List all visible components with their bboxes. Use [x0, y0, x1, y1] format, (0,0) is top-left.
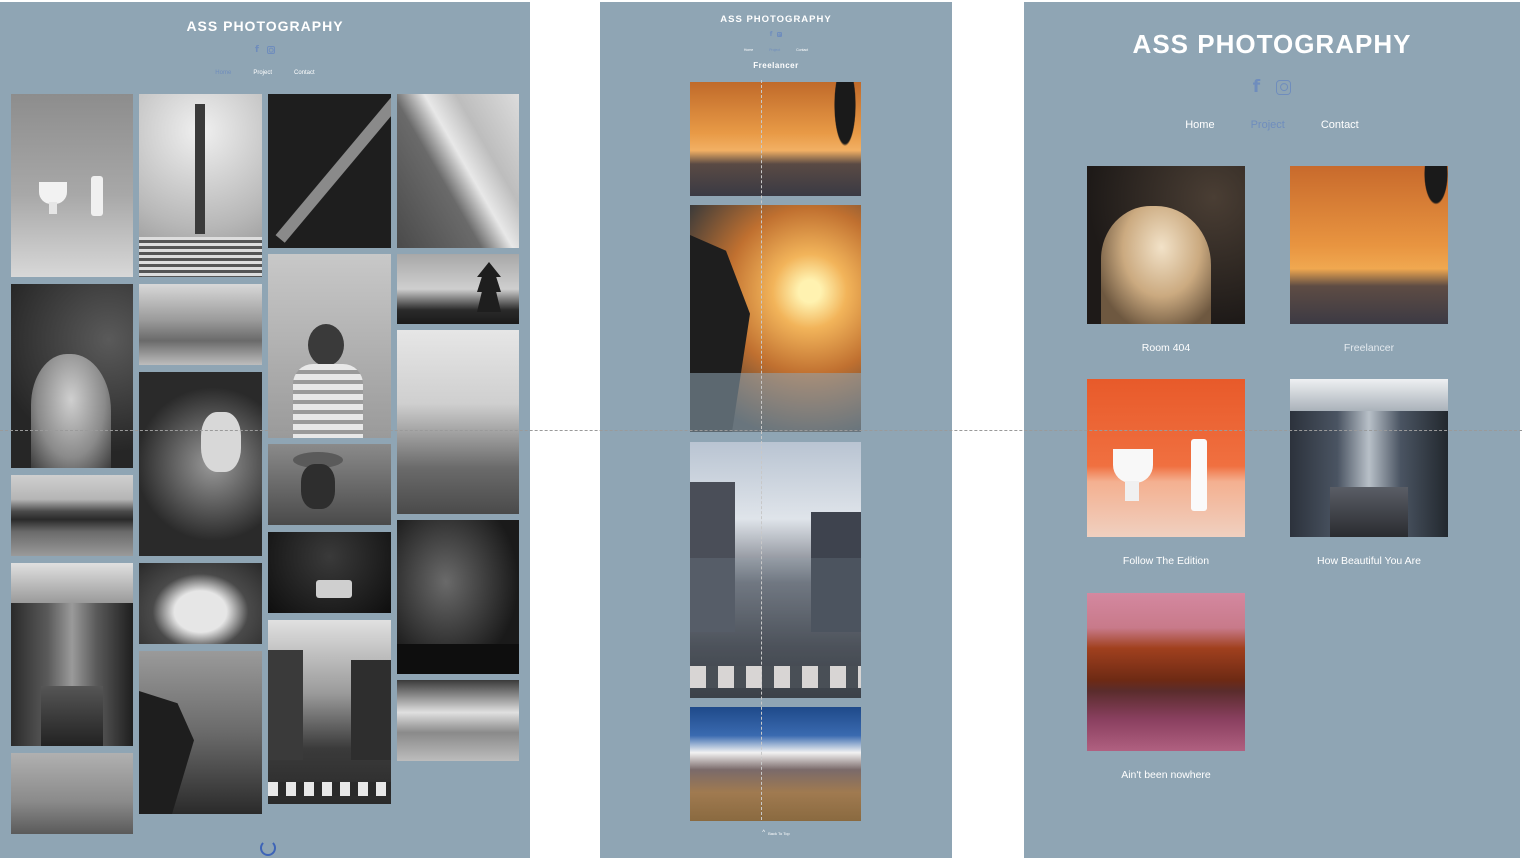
project-heading: Freelancer — [753, 61, 799, 70]
gallery-photo-cat[interactable] — [11, 284, 133, 468]
instagram-icon[interactable] — [777, 32, 783, 37]
project-photo-city-crosswalk[interactable] — [690, 442, 861, 698]
facebook-icon[interactable]: f — [1253, 77, 1260, 97]
project-caption[interactable]: Freelancer — [1290, 342, 1448, 354]
project-caption[interactable]: How Beautiful You Are — [1290, 555, 1448, 567]
facebook-icon[interactable]: f — [255, 45, 259, 55]
project-card-image-aint-been-nowhere[interactable] — [1087, 593, 1245, 751]
social-links: f — [600, 31, 952, 38]
nav-contact[interactable]: Contact — [1321, 119, 1359, 131]
gallery-photo-woman-leaves[interactable] — [139, 372, 262, 556]
vertical-guide-line — [761, 80, 762, 820]
back-to-top-link[interactable]: ^ Back To Top — [600, 830, 952, 836]
project-caption[interactable]: Room 404 — [1087, 342, 1245, 354]
gallery-photo-shore[interactable] — [397, 94, 519, 248]
instagram-icon[interactable] — [266, 46, 275, 54]
nav-home[interactable]: Home — [1185, 119, 1214, 131]
site-title[interactable]: ASS PHOTOGRAPHY — [600, 14, 952, 25]
nav-contact[interactable]: Contact — [294, 70, 315, 76]
gallery-photo-crosswalk[interactable] — [268, 620, 391, 804]
nav-home[interactable]: Home — [215, 70, 231, 76]
screenshot-stage: ASS PHOTOGRAPHY f Home Project Contact A… — [0, 0, 1522, 860]
nav-contact[interactable]: Contact — [796, 48, 808, 52]
gallery-photo-cup[interactable] — [11, 94, 133, 277]
gallery-photo-arch[interactable] — [139, 563, 262, 644]
back-to-top-label: Back To Top — [768, 830, 790, 836]
gallery-photo-milky-way[interactable] — [397, 520, 519, 674]
nav-project[interactable]: Project — [769, 48, 780, 52]
project-card-image-follow-the-edition[interactable] — [1087, 379, 1245, 537]
gallery-photo-bus-night[interactable] — [268, 532, 391, 613]
facebook-icon[interactable]: f — [770, 31, 773, 38]
main-nav: Home Project Contact — [0, 70, 530, 76]
project-card-image-room-404[interactable] — [1087, 166, 1245, 324]
nav-home[interactable]: Home — [744, 48, 753, 52]
spinner-icon — [260, 840, 276, 856]
project-card-image-how-beautiful-you-are[interactable] — [1290, 379, 1448, 537]
gallery-photo-mountains[interactable] — [139, 284, 262, 365]
nav-project[interactable]: Project — [1251, 119, 1285, 131]
site-title[interactable]: ASS PHOTOGRAPHY — [0, 18, 530, 34]
gallery-photo-bridge[interactable] — [268, 94, 391, 248]
project-photo-cliff-sunrise[interactable] — [690, 205, 861, 432]
project-photo-mountain-clouds[interactable] — [690, 707, 861, 821]
gallery-photo-beach[interactable] — [11, 753, 133, 834]
gallery-photo-cliff[interactable] — [139, 651, 262, 814]
main-nav: Home Project Contact — [1024, 119, 1520, 131]
project-photo-sunset-palm[interactable] — [690, 82, 861, 196]
social-links: f — [1024, 77, 1520, 97]
instagram-icon[interactable] — [1276, 79, 1292, 95]
nav-project[interactable]: Project — [253, 70, 272, 76]
chevron-up-icon: ^ — [762, 830, 766, 836]
site-title[interactable]: ASS PHOTOGRAPHY — [1024, 29, 1520, 60]
project-caption[interactable]: Ain't been nowhere — [1087, 769, 1245, 781]
project-caption[interactable]: Follow The Edition — [1087, 555, 1245, 567]
gallery-photo-alley[interactable] — [11, 563, 133, 746]
social-links: f — [0, 45, 530, 55]
main-nav: Home Project Contact — [600, 48, 952, 52]
gallery-photo-rock[interactable] — [11, 475, 133, 556]
gallery-photo-hat-woman[interactable] — [268, 444, 391, 525]
gallery-photo-smiling-man[interactable] — [268, 254, 391, 438]
gallery-photo-pagoda[interactable] — [397, 254, 519, 324]
gallery-photo-foggy-forest[interactable] — [397, 330, 519, 514]
project-card-image-freelancer[interactable] — [1290, 166, 1448, 324]
gallery-photo-ferris[interactable] — [139, 94, 262, 277]
gallery-photo-clouds-valley[interactable] — [397, 680, 519, 761]
